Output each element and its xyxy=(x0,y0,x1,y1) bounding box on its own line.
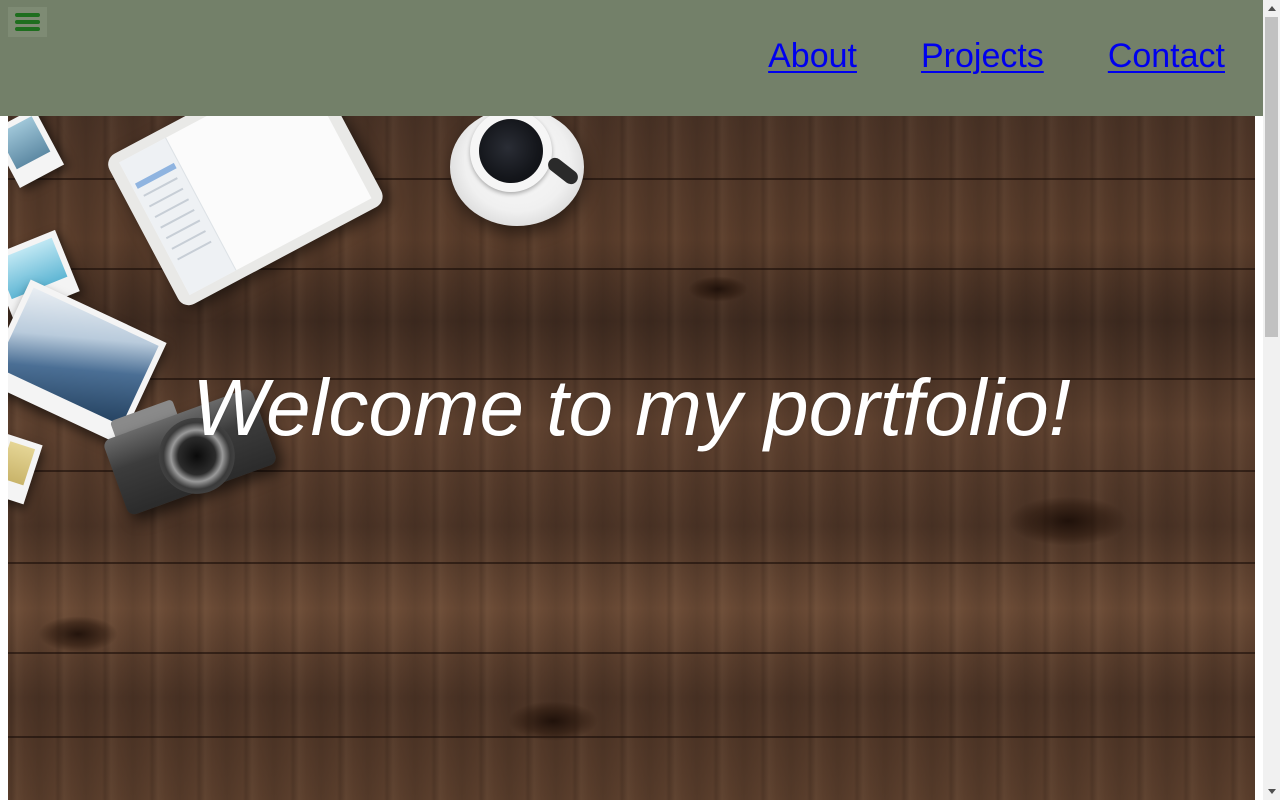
nav-links: About Projects Contact xyxy=(768,36,1225,77)
wood-plank-seam xyxy=(8,652,1255,654)
vertical-scrollbar[interactable] xyxy=(1263,0,1280,800)
wood-knot xyxy=(38,616,118,652)
coffee-cup xyxy=(450,116,584,242)
page: About Projects Contact Welcome to my por… xyxy=(0,0,1263,800)
nav-link-projects[interactable]: Projects xyxy=(921,36,1044,77)
nav-link-contact[interactable]: Contact xyxy=(1108,36,1225,77)
menu-bar xyxy=(15,13,40,17)
scrollbar-thumb[interactable] xyxy=(1265,17,1278,337)
nav-link-about[interactable]: About xyxy=(768,36,857,77)
hamburger-menu-icon[interactable] xyxy=(8,7,47,37)
scroll-up-arrow-icon[interactable] xyxy=(1263,0,1280,17)
hero-title: Welcome to my portfolio! xyxy=(192,363,1071,452)
menu-bar xyxy=(15,20,40,24)
wood-plank-seam xyxy=(8,736,1255,738)
top-navbar: About Projects Contact xyxy=(0,0,1263,116)
wood-knot xyxy=(1008,496,1128,546)
scroll-down-arrow-icon[interactable] xyxy=(1263,783,1280,800)
menu-bar xyxy=(15,27,40,31)
wood-knot xyxy=(508,701,598,741)
wood-knot xyxy=(688,276,748,302)
wood-plank-seam xyxy=(8,562,1255,564)
hero-banner: Welcome to my portfolio! xyxy=(8,116,1255,800)
